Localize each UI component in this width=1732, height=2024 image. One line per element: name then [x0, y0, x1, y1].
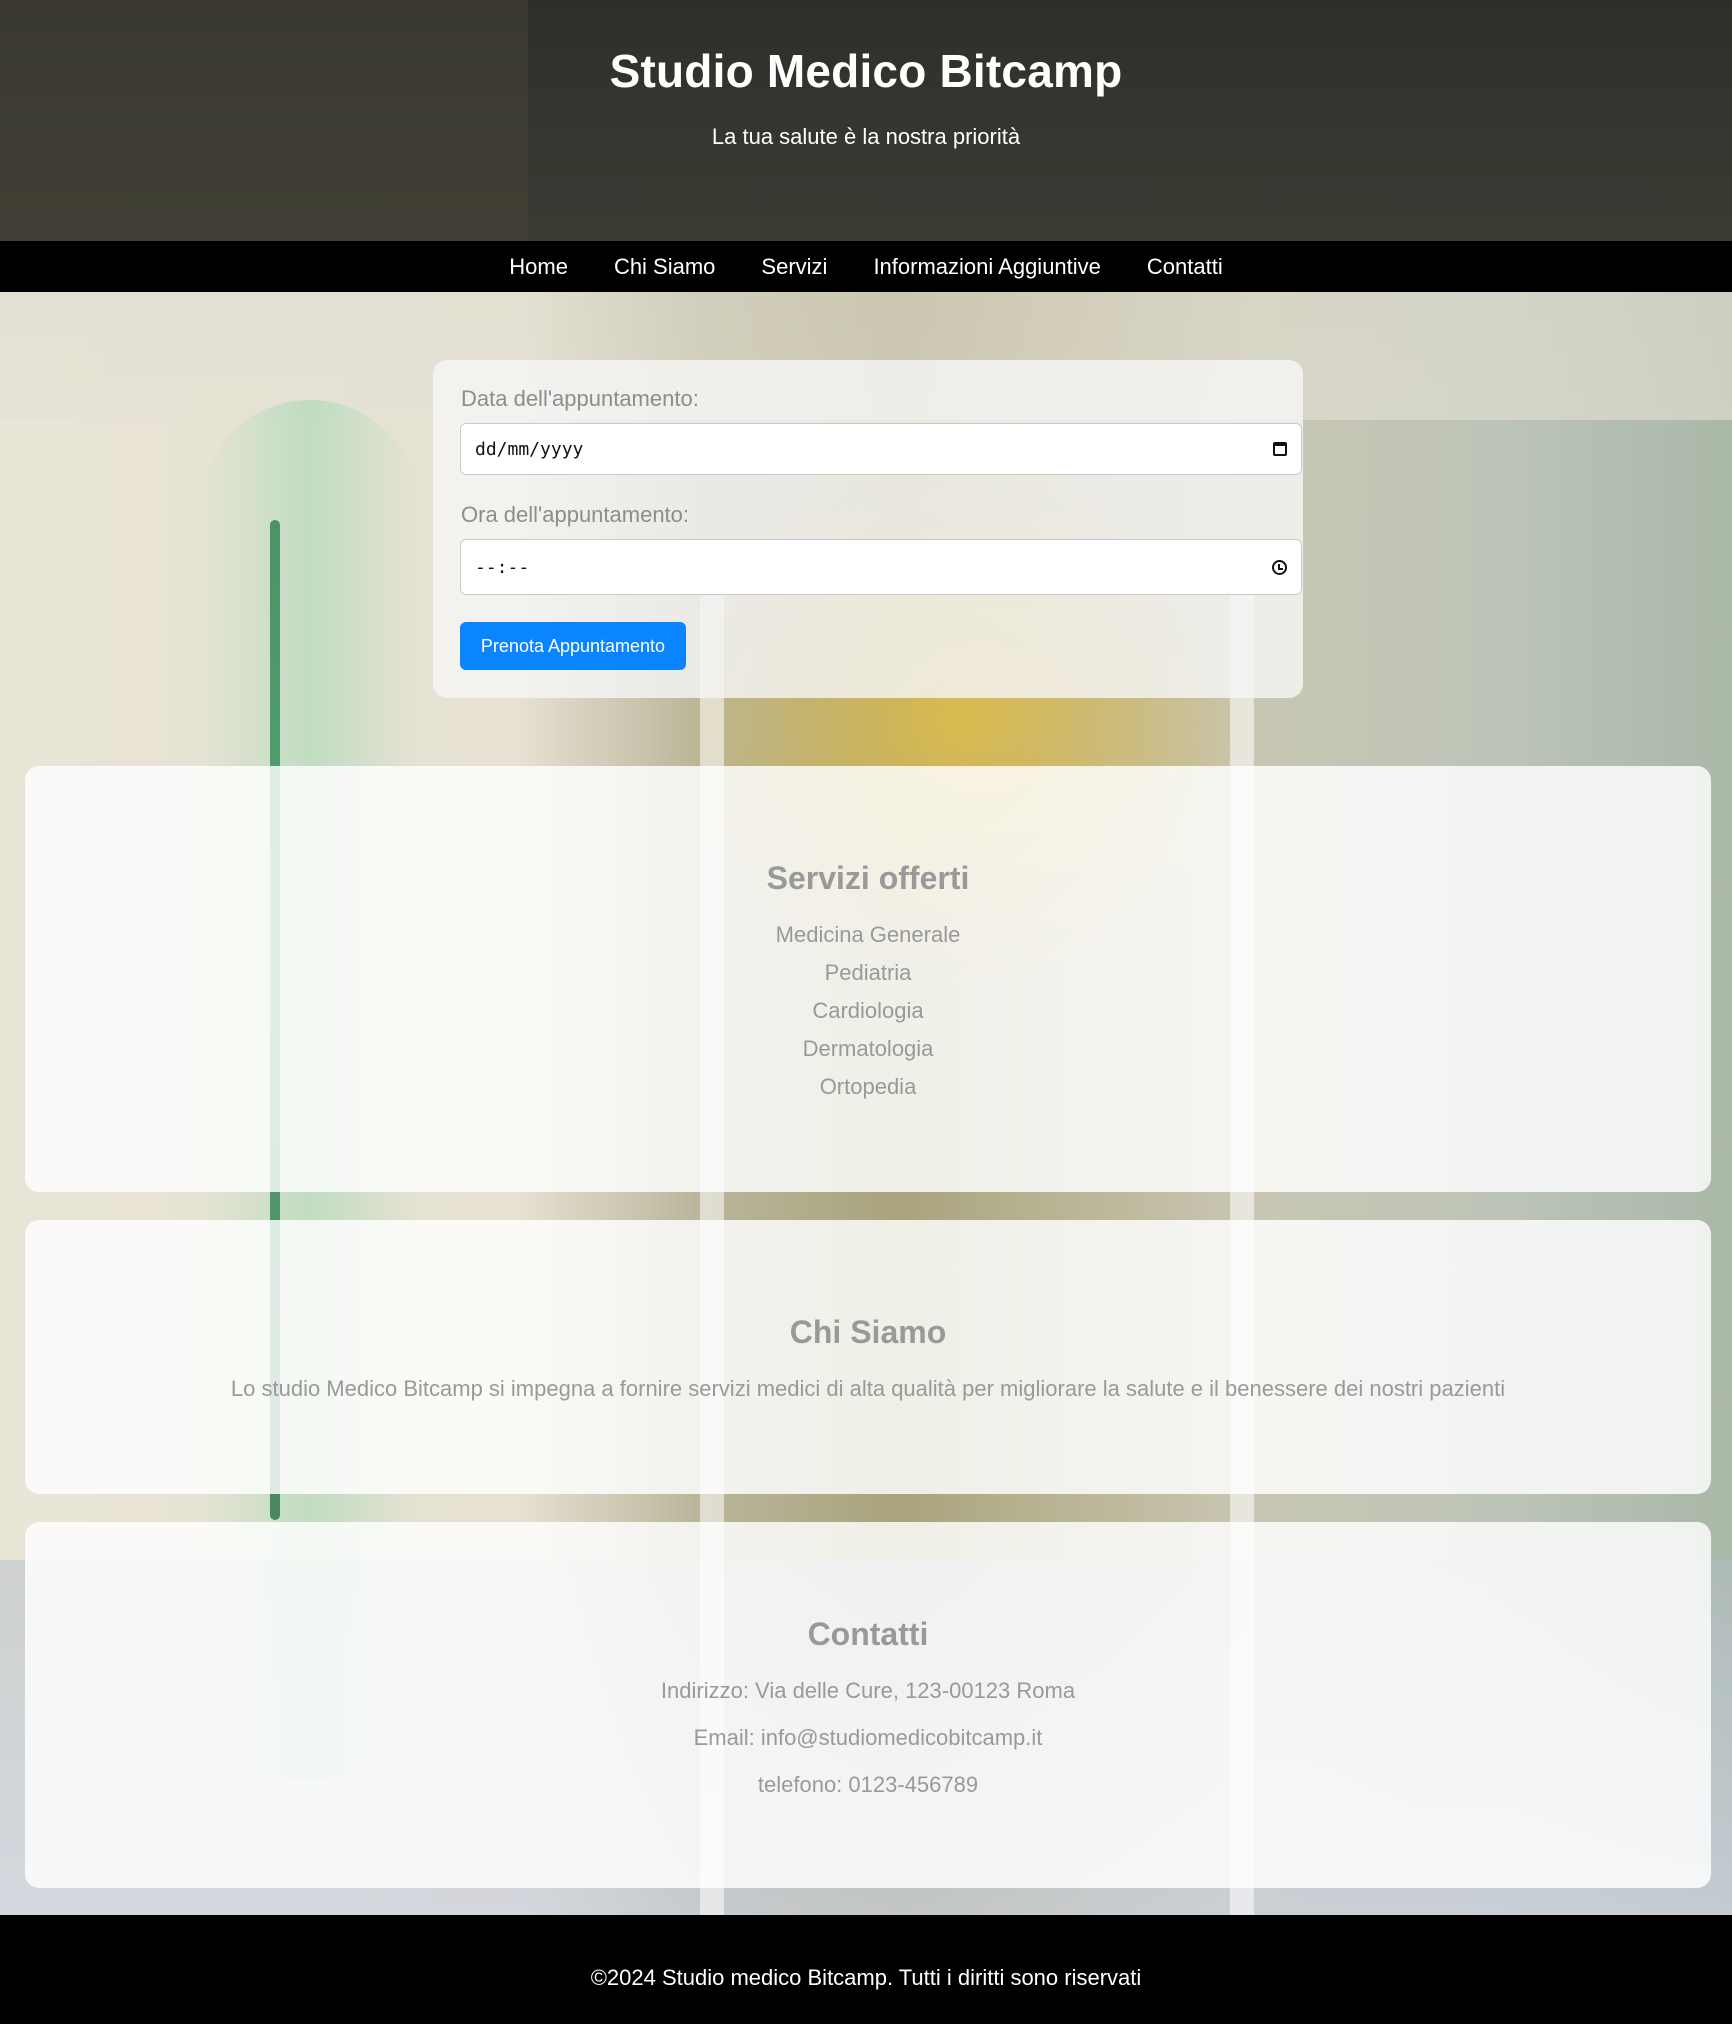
nav-item-servizi[interactable]: Servizi — [761, 254, 827, 280]
calendar-icon[interactable] — [1273, 442, 1287, 456]
site-header: Studio Medico Bitcamp La tua salute è la… — [0, 0, 1732, 241]
footer-copyright: ©2024 Studio medico Bitcamp. Tutti i dir… — [590, 1965, 1142, 1990]
main-nav: Home Chi Siamo Servizi Informazioni Aggi… — [0, 241, 1732, 292]
contact-address: Indirizzo: Via delle Cure, 123-00123 Rom… — [660, 1678, 1076, 1703]
list-item: Cardiologia — [812, 998, 924, 1023]
services-list: Medicina Generale Pediatria Cardiologia … — [25, 920, 1711, 1110]
contacts-section: Contatti Indirizzo: Via delle Cure, 123-… — [25, 1522, 1711, 1888]
contact-phone: telefono: 0123-456789 — [757, 1772, 979, 1797]
about-title: Chi Siamo — [789, 1314, 947, 1350]
time-placeholder: --:-- — [475, 556, 530, 578]
about-text: Lo studio Medico Bitcamp si impegna a fo… — [230, 1376, 1506, 1401]
contacts-title: Contatti — [807, 1616, 929, 1652]
time-input[interactable]: --:-- — [460, 539, 1302, 595]
booking-form: Data dell'appuntamento: dd/mm/yyyy Ora d… — [433, 360, 1303, 698]
nav-item-home[interactable]: Home — [509, 254, 568, 280]
contact-email: Email: info@studiomedicobitcamp.it — [693, 1725, 1043, 1750]
time-label: Ora dell'appuntamento: — [461, 502, 690, 527]
date-placeholder: dd/mm/yyyy — [475, 438, 584, 460]
date-input[interactable]: dd/mm/yyyy — [460, 423, 1302, 475]
book-appointment-button[interactable]: Prenota Appuntamento — [460, 622, 686, 670]
list-item: Pediatria — [824, 960, 912, 985]
about-section: Chi Siamo Lo studio Medico Bitcamp si im… — [25, 1220, 1711, 1494]
site-title: Studio Medico Bitcamp — [609, 45, 1123, 97]
date-label: Data dell'appuntamento: — [461, 386, 699, 411]
nav-item-informazioni-aggiuntive[interactable]: Informazioni Aggiuntive — [873, 254, 1100, 280]
header-shade — [0, 0, 528, 241]
clock-icon[interactable] — [1272, 559, 1287, 575]
services-section: Servizi offerti Medicina Generale Pediat… — [25, 766, 1711, 1192]
list-item: Ortopedia — [819, 1074, 917, 1099]
nav-item-contatti[interactable]: Contatti — [1147, 254, 1223, 280]
list-item: Dermatologia — [802, 1036, 934, 1061]
site-tagline: La tua salute è la nostra priorità — [711, 124, 1021, 149]
site-footer: ©2024 Studio medico Bitcamp. Tutti i dir… — [0, 1915, 1732, 2024]
nav-item-chi-siamo[interactable]: Chi Siamo — [614, 254, 715, 280]
list-item: Medicina Generale — [775, 922, 961, 947]
services-title: Servizi offerti — [766, 860, 970, 896]
